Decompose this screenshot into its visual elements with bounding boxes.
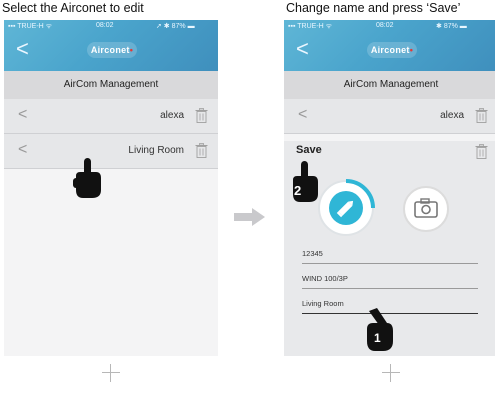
chevron-left-icon[interactable]: < <box>18 106 27 124</box>
battery-indicator: ✱ 87% ▬ <box>436 23 467 30</box>
chevron-left-icon[interactable]: < <box>298 106 307 124</box>
chevron-left-icon[interactable]: < <box>18 141 27 159</box>
signal-carrier: ▪▪▪ TRUE-H ᯤ <box>8 23 53 30</box>
device-row[interactable]: < Living Room <box>4 134 218 169</box>
device-name: alexa <box>160 110 184 121</box>
airconet-logo: Airconet• <box>367 42 417 58</box>
back-button[interactable]: < <box>16 38 29 60</box>
battery-indicator: ➚ ✱ 87% ▬ <box>156 23 195 30</box>
device-row[interactable]: < alexa <box>284 99 495 134</box>
serial-number-field[interactable]: 12345 <box>302 245 478 264</box>
left-caption: Select the Airconet to edit <box>2 1 144 15</box>
model-field[interactable]: WIND 100/3P <box>302 270 478 289</box>
device-name: alexa <box>440 110 464 121</box>
status-time: 08:02 <box>376 22 394 29</box>
plus-icon[interactable] <box>382 364 400 382</box>
step-number-badge: 2 <box>294 183 302 198</box>
pointing-hand-icon <box>73 158 101 198</box>
add-bar <box>284 356 495 403</box>
status-bar: ▪▪▪ TRUE-H ᯤ 08:02 ✱ 87% ▬ <box>284 20 495 32</box>
pointing-hand-icon <box>367 308 393 351</box>
airconet-logo: Airconet• <box>87 42 137 58</box>
trash-icon[interactable] <box>195 108 208 123</box>
save-button[interactable]: Save <box>296 144 322 156</box>
left-phone-screen: ▪▪▪ TRUE-H ᯤ 08:02 ➚ ✱ 87% ▬ < Airconet•… <box>4 20 218 403</box>
trash-icon[interactable] <box>475 144 488 159</box>
app-header-bar: ▪▪▪ TRUE-H ᯤ 08:02 ➚ ✱ 87% ▬ < Airconet• <box>4 20 218 71</box>
back-button[interactable]: < <box>296 38 309 60</box>
trash-icon[interactable] <box>475 108 488 123</box>
app-header-bar: ▪▪▪ TRUE-H ᯤ 08:02 ✱ 87% ▬ < Airconet• <box>284 20 495 71</box>
trash-icon[interactable] <box>195 143 208 158</box>
page-title: AirCom Management <box>4 71 218 99</box>
plus-icon[interactable] <box>102 364 120 382</box>
signal-carrier: ▪▪▪ TRUE-H ᯤ <box>288 23 333 30</box>
arrow-right-icon <box>234 208 265 226</box>
add-bar <box>4 356 218 403</box>
page-title: AirCom Management <box>284 71 495 99</box>
edit-name-button[interactable] <box>317 179 375 237</box>
status-time: 08:02 <box>96 22 114 29</box>
device-row[interactable]: < alexa <box>4 99 218 134</box>
device-name: Living Room <box>128 145 184 156</box>
step-number-badge: 1 <box>374 331 381 345</box>
right-phone-screen: ▪▪▪ TRUE-H ᯤ 08:02 ✱ 87% ▬ < Airconet• A… <box>284 20 495 403</box>
status-bar: ▪▪▪ TRUE-H ᯤ 08:02 ➚ ✱ 87% ▬ <box>4 20 218 32</box>
right-caption: Change name and press ‘Save’ <box>286 1 461 15</box>
camera-button[interactable] <box>402 185 450 233</box>
